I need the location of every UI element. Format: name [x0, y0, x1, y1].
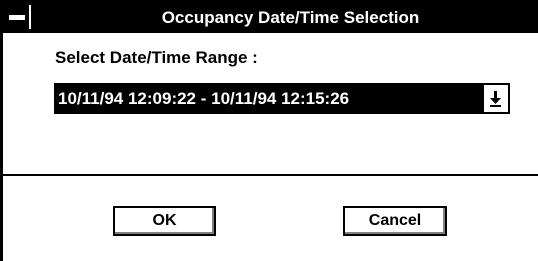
- date-time-range-combobox[interactable]: 10/11/94 12:09:22 - 10/11/94 12:15:26: [54, 83, 510, 114]
- dropdown-button[interactable]: [482, 85, 508, 112]
- ok-button[interactable]: OK: [113, 206, 216, 236]
- title-bar: Occupancy Date/Time Selection: [3, 3, 538, 33]
- dialog-title: Occupancy Date/Time Selection: [161, 8, 420, 27]
- separator-line: [3, 174, 538, 176]
- date-time-range-value[interactable]: 10/11/94 12:09:22 - 10/11/94 12:15:26: [56, 85, 482, 112]
- system-menu-icon[interactable]: [5, 5, 31, 29]
- cancel-button[interactable]: Cancel: [343, 206, 447, 236]
- range-label: Select Date/Time Range :: [55, 48, 258, 67]
- dropdown-arrow-icon: [490, 91, 501, 107]
- occupancy-dialog: Occupancy Date/Time Selection Select Dat…: [0, 0, 538, 261]
